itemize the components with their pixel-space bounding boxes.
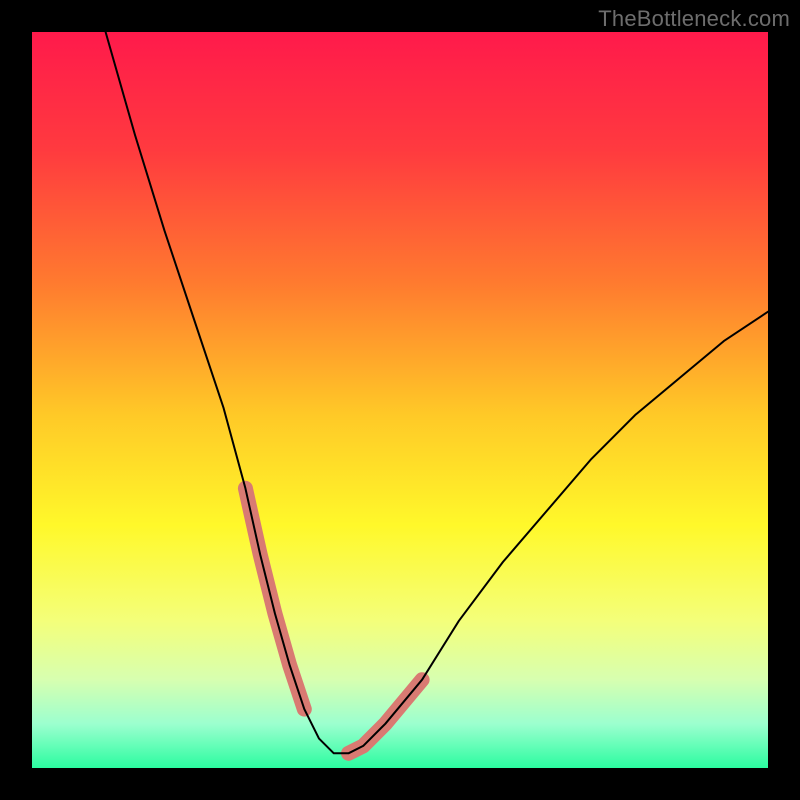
chart-frame: TheBottleneck.com	[0, 0, 800, 800]
highlight-group	[245, 488, 422, 753]
highlight-segment	[245, 488, 304, 709]
curve-layer	[32, 32, 768, 768]
bottleneck-curve	[106, 32, 768, 753]
watermark-text: TheBottleneck.com	[598, 6, 790, 32]
highlight-segment	[349, 680, 423, 754]
plot-area	[32, 32, 768, 768]
